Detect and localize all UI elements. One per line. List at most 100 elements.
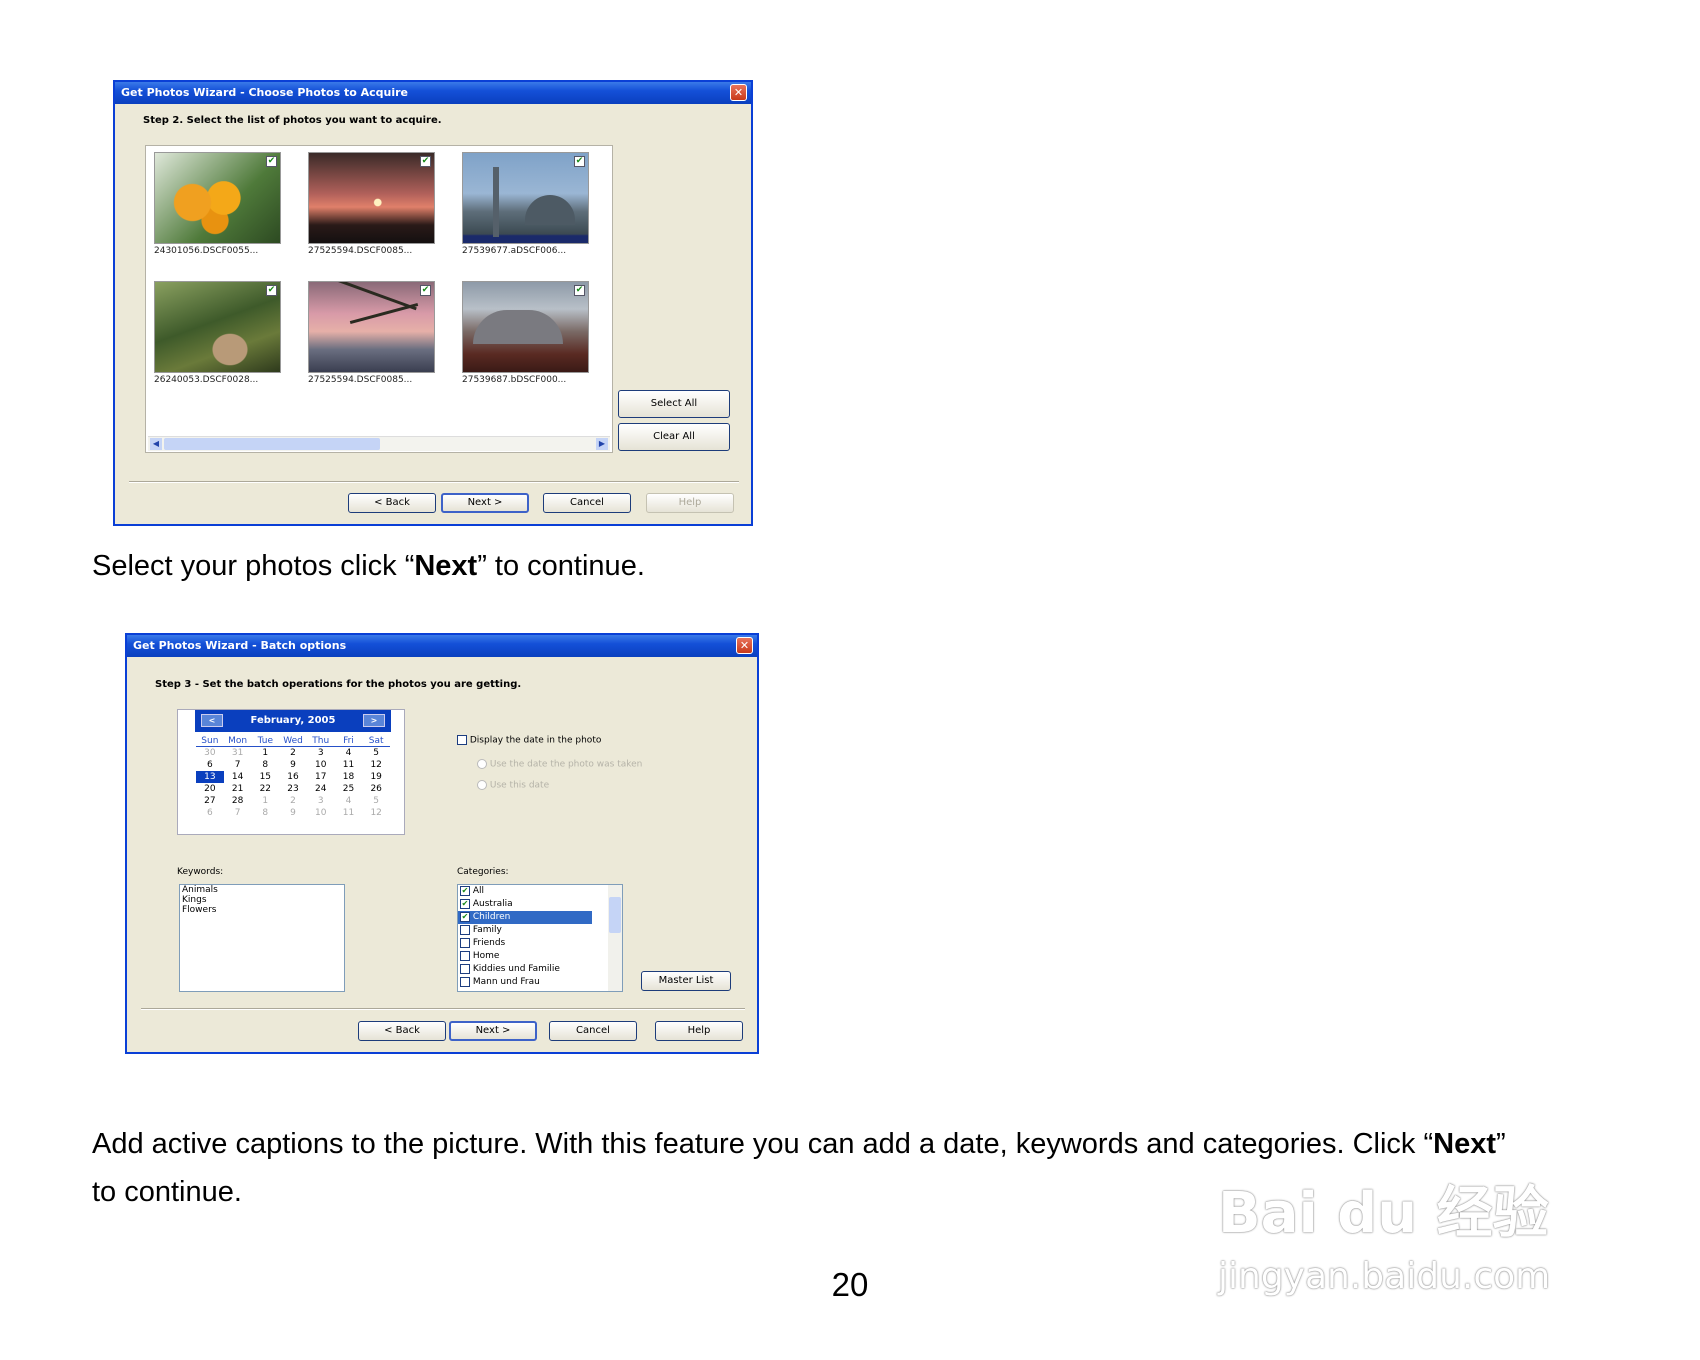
calendar-day[interactable]: 12 <box>362 759 390 771</box>
calendar-day-selected[interactable]: 13 <box>196 771 224 783</box>
category-item[interactable]: Mann und Frau <box>458 976 622 989</box>
help-button[interactable]: Help <box>655 1021 743 1041</box>
calendar-day[interactable]: 7 <box>224 807 252 819</box>
calendar-day[interactable]: 1 <box>251 795 279 807</box>
calendar-day[interactable]: 9 <box>279 807 307 819</box>
calendar-day[interactable]: 2 <box>279 747 307 759</box>
photo-item[interactable]: ✔ 24301056.DSCF0055... <box>154 152 281 256</box>
category-item[interactable]: Home <box>458 950 622 963</box>
calendar-day[interactable]: 10 <box>307 807 335 819</box>
vertical-scrollbar[interactable] <box>608 885 622 991</box>
calendar-day[interactable]: 14 <box>224 771 252 783</box>
photo-checkbox[interactable]: ✔ <box>574 285 585 296</box>
calendar-day[interactable]: 11 <box>335 759 363 771</box>
category-checkbox[interactable]: ✔ <box>460 885 470 896</box>
calendar-day[interactable]: 6 <box>196 807 224 819</box>
calendar-day[interactable]: 9 <box>279 759 307 771</box>
calendar-day[interactable]: 8 <box>251 807 279 819</box>
cancel-button[interactable]: Cancel <box>549 1021 637 1041</box>
category-item[interactable]: ✔ All <box>458 885 622 898</box>
photo-item[interactable]: ✔ 27525594.DSCF0085... <box>308 152 435 256</box>
use-taken-date-option[interactable]: Use the date the photo was taken <box>477 759 642 770</box>
calendar-day[interactable]: 17 <box>307 771 335 783</box>
category-checkbox[interactable] <box>460 950 470 961</box>
category-checkbox[interactable] <box>460 937 470 948</box>
category-checkbox[interactable] <box>460 963 470 974</box>
scrollbar-thumb[interactable] <box>164 438 380 450</box>
calendar-day[interactable]: 18 <box>335 771 363 783</box>
select-all-button[interactable]: Select All <box>618 390 730 418</box>
category-checkbox[interactable]: ✔ <box>460 911 470 922</box>
date-calendar[interactable]: < February, 2005 > Sun Mon Tue Wed Thu F… <box>177 709 405 835</box>
close-icon[interactable]: ✕ <box>730 84 747 101</box>
category-checkbox[interactable] <box>460 924 470 935</box>
photo-checkbox[interactable]: ✔ <box>420 156 431 167</box>
calendar-day[interactable]: 5 <box>362 795 390 807</box>
calendar-day[interactable]: 7 <box>224 759 252 771</box>
photo-item[interactable]: ✔ 26240053.DSCF0028... <box>154 281 281 385</box>
calendar-day[interactable]: 1 <box>251 747 279 759</box>
back-button[interactable]: < Back <box>358 1021 446 1041</box>
calendar-day[interactable]: 15 <box>251 771 279 783</box>
photo-checkbox[interactable]: ✔ <box>574 156 585 167</box>
calendar-day[interactable]: 21 <box>224 783 252 795</box>
calendar-day[interactable]: 26 <box>362 783 390 795</box>
scrollbar-thumb[interactable] <box>609 897 621 933</box>
calendar-day[interactable]: 3 <box>307 747 335 759</box>
calendar-day[interactable]: 25 <box>335 783 363 795</box>
category-item[interactable]: ✔ Australia <box>458 898 622 911</box>
category-item-selected[interactable]: ✔ Children <box>458 911 592 924</box>
calendar-day[interactable]: 23 <box>279 783 307 795</box>
keywords-listbox[interactable]: Animals Kings Flowers <box>179 884 345 992</box>
calendar-day[interactable]: 22 <box>251 783 279 795</box>
calendar-day[interactable]: 20 <box>196 783 224 795</box>
next-button[interactable]: Next > <box>449 1021 537 1041</box>
calendar-day[interactable]: 27 <box>196 795 224 807</box>
category-checkbox[interactable]: ✔ <box>460 898 470 909</box>
category-checkbox[interactable] <box>460 976 470 987</box>
close-icon[interactable]: ✕ <box>736 637 753 654</box>
calendar-day[interactable]: 5 <box>362 747 390 759</box>
display-date-checkbox[interactable] <box>457 735 467 745</box>
photo-item[interactable]: ✔ 27539677.aDSCF006... <box>462 152 589 256</box>
photo-checkbox[interactable]: ✔ <box>266 285 277 296</box>
photo-checkbox[interactable]: ✔ <box>420 285 431 296</box>
help-button[interactable]: Help <box>646 493 734 513</box>
calendar-next-icon[interactable]: > <box>363 714 385 727</box>
use-this-date-radio[interactable] <box>477 780 487 790</box>
calendar-day[interactable]: 24 <box>307 783 335 795</box>
calendar-day[interactable]: 19 <box>362 771 390 783</box>
cancel-button[interactable]: Cancel <box>543 493 631 513</box>
calendar-day[interactable]: 3 <box>307 795 335 807</box>
photo-list-panel[interactable]: ✔ 24301056.DSCF0055... ✔ 27525594.DSCF00… <box>145 145 613 453</box>
calendar-day[interactable]: 4 <box>335 747 363 759</box>
calendar-day[interactable]: 30 <box>196 747 224 759</box>
category-item[interactable]: Kiddies und Familie <box>458 963 622 976</box>
calendar-day[interactable]: 4 <box>335 795 363 807</box>
calendar-day[interactable]: 8 <box>251 759 279 771</box>
photo-item[interactable]: ✔ 27539687.bDSCF000... <box>462 281 589 385</box>
category-item[interactable]: Friends <box>458 937 622 950</box>
clear-all-button[interactable]: Clear All <box>618 423 730 451</box>
calendar-day[interactable]: 6 <box>196 759 224 771</box>
calendar-day[interactable]: 16 <box>279 771 307 783</box>
calendar-day[interactable]: 12 <box>362 807 390 819</box>
photo-checkbox[interactable]: ✔ <box>266 156 277 167</box>
keyword-item[interactable]: Animals <box>180 885 344 895</box>
photo-item[interactable]: ✔ 27525594.DSCF0085... <box>308 281 435 385</box>
use-this-date-option[interactable]: Use this date <box>477 780 549 791</box>
back-button[interactable]: < Back <box>348 493 436 513</box>
use-taken-date-radio[interactable] <box>477 759 487 769</box>
horizontal-scrollbar[interactable]: ◀ ▶ <box>148 436 610 451</box>
next-button[interactable]: Next > <box>441 493 529 513</box>
calendar-day[interactable]: 28 <box>224 795 252 807</box>
scroll-left-icon[interactable]: ◀ <box>150 438 162 450</box>
calendar-day[interactable]: 2 <box>279 795 307 807</box>
calendar-prev-icon[interactable]: < <box>201 714 223 727</box>
master-list-button[interactable]: Master List <box>641 971 731 991</box>
keyword-item[interactable]: Flowers <box>180 905 344 915</box>
category-item[interactable]: Family <box>458 924 622 937</box>
categories-listbox[interactable]: ✔ All ✔ Australia ✔ Children Family Frie… <box>457 884 623 992</box>
calendar-day[interactable]: 31 <box>224 747 252 759</box>
display-date-option[interactable]: Display the date in the photo <box>457 735 601 746</box>
